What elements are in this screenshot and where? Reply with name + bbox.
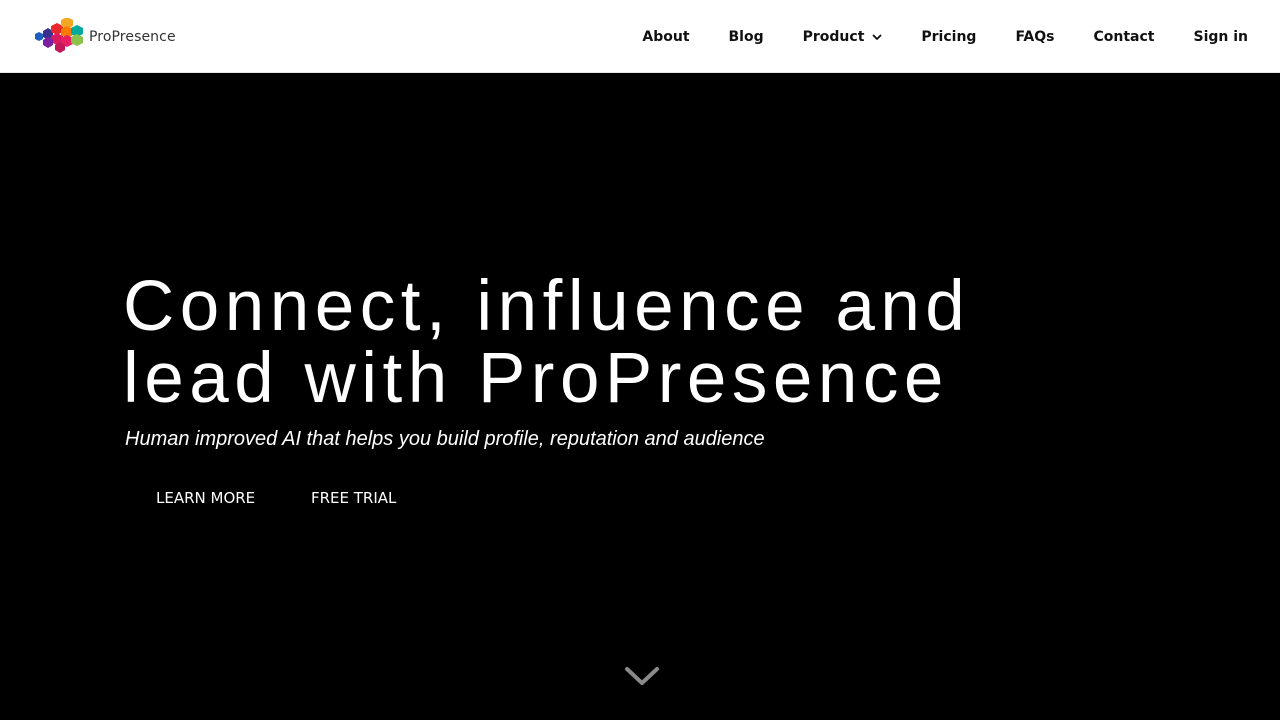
main-nav: About Blog Product Pricing FAQs Contact … [642, 0, 1248, 73]
nav-contact[interactable]: Contact [1093, 29, 1154, 45]
hero-section: Connect, influence and lead with ProPres… [0, 73, 1280, 720]
nav-blog[interactable]: Blog [729, 29, 764, 45]
hexagon-cluster-logo-icon [35, 18, 83, 53]
scroll-down-chevron-icon[interactable] [624, 665, 660, 689]
nav-about[interactable]: About [642, 29, 689, 45]
nav-sign-in[interactable]: Sign in [1193, 29, 1248, 45]
nav-product[interactable]: Product [803, 29, 883, 45]
hero-headline-line-2: lead with ProPresence [123, 339, 949, 418]
nav-product-label: Product [802, 28, 865, 45]
site-header: ProPresence About Blog Product Pricing F… [0, 0, 1280, 73]
nav-faqs[interactable]: FAQs [1015, 29, 1054, 45]
logo-text: ProPresence [89, 29, 176, 45]
chevron-down-icon [872, 29, 882, 45]
hero-headline-line-1: Connect, influence and [123, 267, 971, 346]
logo[interactable]: ProPresence [35, 18, 176, 56]
hero-subheadline: Human improved AI that helps you build p… [125, 428, 765, 450]
nav-pricing[interactable]: Pricing [921, 29, 976, 45]
learn-more-button[interactable]: LEARN MORE [126, 479, 285, 517]
hero-headline: Connect, influence and lead with ProPres… [123, 271, 1163, 415]
free-trial-button[interactable]: FREE TRIAL [281, 479, 426, 517]
